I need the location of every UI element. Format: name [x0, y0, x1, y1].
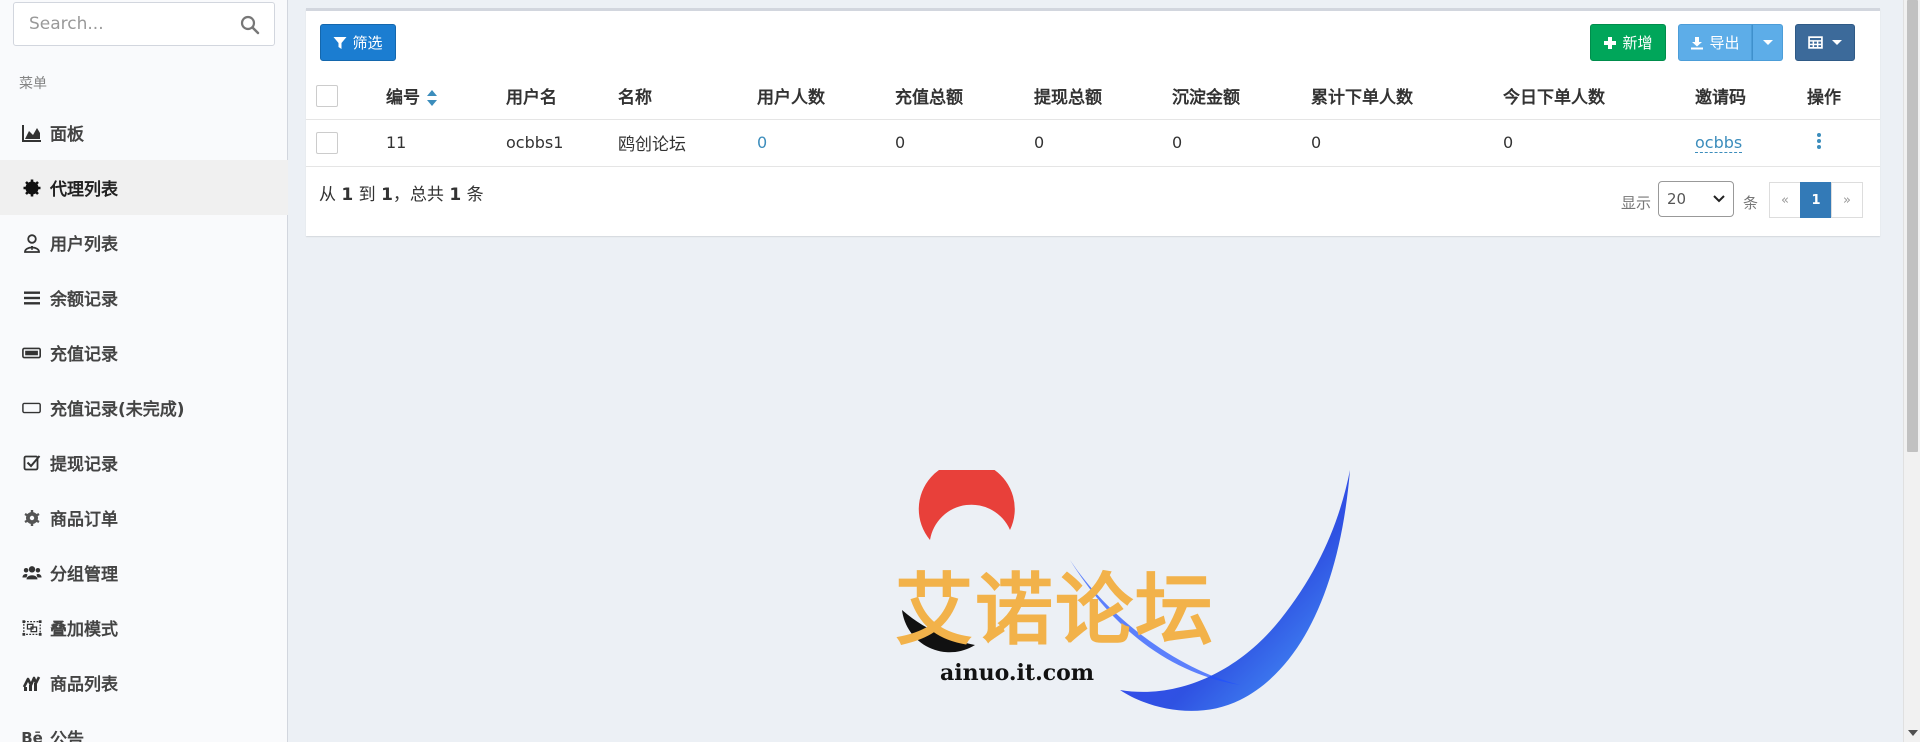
add-button-label: 新增 — [1622, 34, 1653, 52]
add-button[interactable]: 新增 — [1590, 24, 1666, 61]
area-chart-icon — [21, 122, 43, 144]
columns-toggle-button[interactable] — [1795, 24, 1855, 61]
row-checkbox[interactable] — [316, 131, 338, 154]
sidebar-item-label: 充值记录 — [50, 345, 118, 365]
pagination: « 1 » — [1769, 182, 1863, 218]
page-size-unit: 条 — [1743, 194, 1759, 212]
sidebar-item-overlay-mode[interactable]: 叠加模式 — [0, 600, 288, 655]
sidebar-item-label: 用户列表 — [50, 235, 118, 255]
sidebar-item-label: 提现记录 — [50, 455, 118, 475]
column-header-today-orders: 今日下单人数 — [1503, 88, 1605, 109]
sidebar-item-user-list[interactable]: 用户列表 — [0, 215, 288, 270]
plus-icon — [1604, 36, 1617, 49]
menu-header: 菜单 — [19, 76, 47, 92]
list-icon — [21, 287, 43, 309]
sidebar-item-balance-records[interactable]: 余额记录 — [0, 270, 288, 325]
sidebar-item-label: 公告 — [50, 730, 84, 742]
agent-table: 编号 用户名 名称 用户人数 充值总额 提现总额 沉淀金额 累计下单人数 今日下… — [306, 73, 1880, 167]
column-header-recharge-total: 充值总额 — [895, 88, 963, 109]
filter-icon — [333, 36, 347, 49]
table-icon — [1808, 36, 1823, 49]
object-group-icon — [21, 617, 43, 639]
sidebar: 菜单 面板 代理列表 用户列表 余额记录 充值记录 充值记录(未完成) 提现记录 — [0, 0, 288, 742]
column-header-actions: 操作 — [1807, 88, 1841, 109]
search-icon[interactable] — [240, 15, 260, 35]
battery-empty-icon — [21, 397, 43, 419]
user-tie-icon — [21, 232, 43, 254]
sidebar-item-label: 面板 — [50, 125, 84, 145]
sort-icon — [427, 90, 437, 107]
watermark-url: ainuo.it.com — [940, 660, 1095, 686]
battery-full-icon — [21, 342, 43, 364]
scroll-down-arrow-icon[interactable] — [1908, 730, 1918, 736]
export-button-label: 导出 — [1709, 34, 1740, 52]
sidebar-item-label: 余额记录 — [50, 290, 118, 310]
sidebar-menu: 面板 代理列表 用户列表 余额记录 充值记录 充值记录(未完成) 提现记录 商品… — [0, 105, 288, 742]
cell-id: 11 — [386, 133, 407, 152]
chevron-down-icon — [1762, 40, 1773, 45]
sidebar-item-dashboard[interactable]: 面板 — [0, 105, 288, 160]
column-header-name: 名称 — [618, 88, 652, 109]
page-scrollbar[interactable] — [1903, 0, 1920, 742]
sidebar-item-label: 分组管理 — [50, 565, 118, 585]
page-size-label: 显示 — [1621, 194, 1652, 212]
cell-today-orders: 0 — [1503, 133, 1514, 152]
page-size-select[interactable]: 20 — [1658, 181, 1734, 217]
cell-username: ocbbs1 — [506, 133, 564, 152]
search-box — [13, 2, 275, 46]
pagination-summary: 从 1 到 1，总共 1 条 — [319, 185, 484, 205]
chart-icon — [21, 672, 43, 694]
cell-withdraw-total: 0 — [1034, 133, 1045, 152]
chevron-down-icon — [1832, 40, 1842, 45]
prev-page-button[interactable]: « — [1769, 182, 1801, 218]
select-all-checkbox[interactable] — [316, 84, 338, 107]
column-header-total-orders: 累计下单人数 — [1311, 88, 1413, 109]
export-dropdown-toggle[interactable] — [1752, 24, 1783, 61]
filter-button[interactable]: 筛选 — [320, 24, 396, 61]
cell-recharge-total: 0 — [895, 133, 906, 152]
scrollbar-thumb[interactable] — [1907, 0, 1918, 452]
cell-total-orders: 0 — [1311, 133, 1322, 152]
cell-name: 鸥创论坛 — [618, 135, 686, 155]
cell-deposit-amount: 0 — [1172, 133, 1183, 152]
cog-icon — [21, 507, 43, 529]
next-page-button[interactable]: » — [1831, 182, 1863, 218]
sidebar-item-recharge-records[interactable]: 充值记录 — [0, 325, 288, 380]
column-header-user-count: 用户人数 — [757, 88, 825, 109]
table-row: 11 ocbbs1 鸥创论坛 0 0 0 0 0 0 ocbbs — [306, 119, 1880, 166]
sidebar-item-label: 充值记录(未完成) — [50, 400, 185, 420]
sidebar-item-label: 代理列表 — [50, 180, 118, 200]
row-actions-menu-icon[interactable] — [1817, 131, 1823, 151]
sidebar-item-group-management[interactable]: 分组管理 — [0, 545, 288, 600]
sidebar-item-product-orders[interactable]: 商品订单 — [0, 490, 288, 545]
search-input[interactable] — [14, 3, 224, 45]
sidebar-item-product-list[interactable]: 商品列表 — [0, 655, 288, 710]
sidebar-item-label: 商品列表 — [50, 675, 118, 695]
check-square-icon — [21, 452, 43, 474]
download-icon — [1691, 36, 1704, 49]
column-header-deposit-amount: 沉淀金额 — [1172, 88, 1240, 109]
invite-code-link[interactable]: ocbbs — [1695, 133, 1743, 153]
watermark-title: 艾诺论坛 — [895, 566, 1216, 656]
behance-icon: Bē — [21, 728, 43, 742]
page-button[interactable]: 1 — [1800, 182, 1832, 218]
chevron-down-icon — [1713, 195, 1725, 203]
user-count-link[interactable]: 0 — [757, 133, 767, 152]
filter-button-label: 筛选 — [352, 34, 383, 52]
column-header-id[interactable]: 编号 — [386, 73, 506, 119]
column-header-withdraw-total: 提现总额 — [1034, 88, 1102, 109]
column-header-username: 用户名 — [506, 88, 557, 109]
sidebar-item-announcement[interactable]: Bē 公告 — [0, 710, 288, 742]
sidebar-item-withdraw-records[interactable]: 提现记录 — [0, 435, 288, 490]
agent-list-panel: 筛选 新增 导出 编号 用户名 名称 用户人数 充值总额 提现总额 沉淀金额 累… — [306, 8, 1880, 236]
export-button[interactable]: 导出 — [1678, 24, 1752, 61]
sidebar-item-label: 商品订单 — [50, 510, 118, 530]
column-header-invite-code: 邀请码 — [1695, 88, 1746, 109]
table-header-row: 编号 用户名 名称 用户人数 充值总额 提现总额 沉淀金额 累计下单人数 今日下… — [306, 73, 1880, 119]
sidebar-item-recharge-incomplete[interactable]: 充值记录(未完成) — [0, 380, 288, 435]
sidebar-item-label: 叠加模式 — [50, 620, 118, 640]
gear-icon — [21, 177, 43, 199]
sidebar-item-agent-list[interactable]: 代理列表 — [0, 160, 288, 215]
users-icon — [21, 562, 43, 584]
